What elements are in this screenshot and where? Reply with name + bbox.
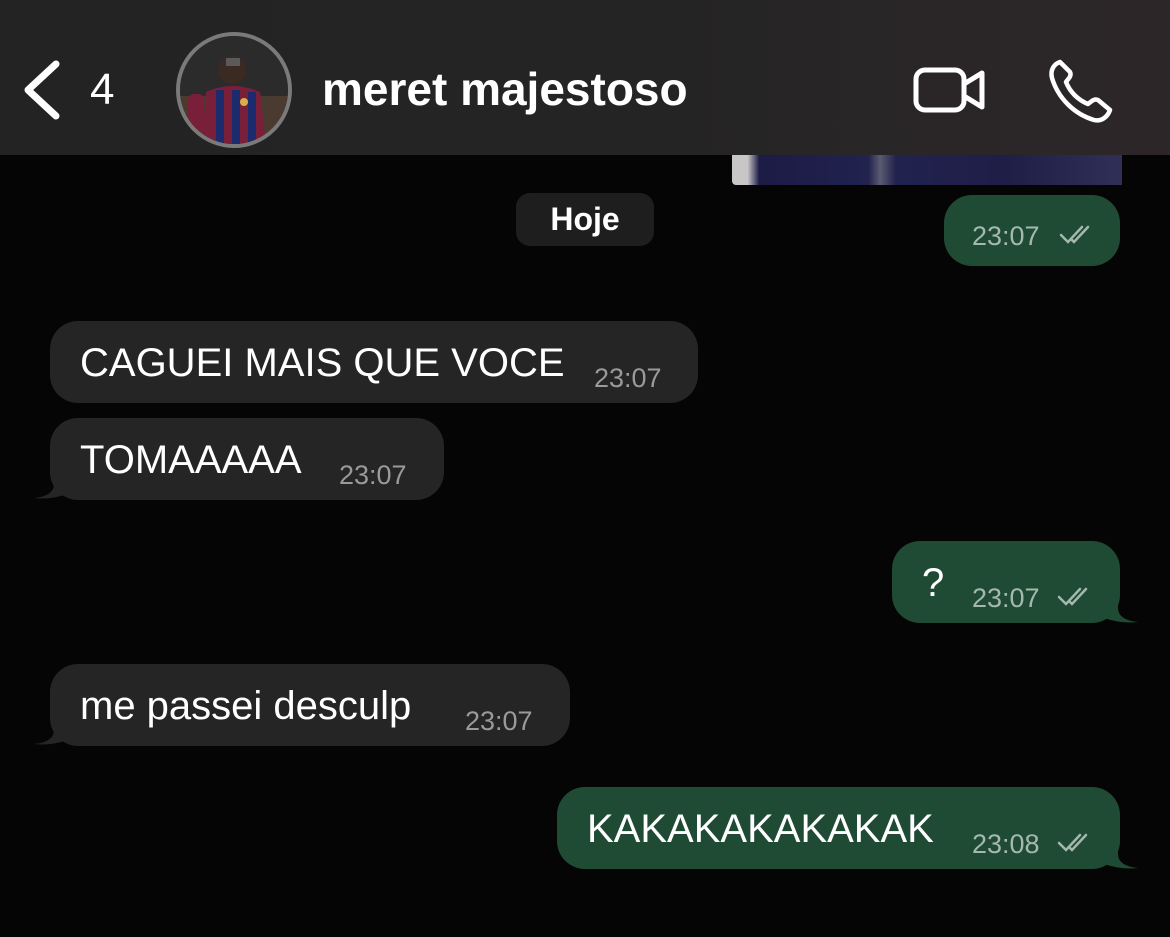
phone-icon[interactable] (1046, 58, 1114, 124)
message-bubble-outgoing[interactable]: 23:07 (944, 195, 1120, 266)
message-text: ? (922, 561, 945, 605)
message-time: 23:08 (972, 829, 1040, 859)
message-text: KAKAKAKAKAKAK (587, 807, 934, 851)
message-bubble-incoming[interactable]: me passei desculp 23:07 (50, 664, 570, 746)
message-text: TOMAAAAA (80, 438, 302, 482)
chat-header: 4 meret majestoso (0, 0, 1170, 155)
message-bubble-incoming[interactable]: CAGUEI MAIS QUE VOCE 23:07 (50, 321, 698, 403)
message-text: CAGUEI MAIS QUE VOCE (80, 341, 565, 385)
message-time: 23:07 (594, 363, 662, 393)
date-separator: Hoje (516, 193, 654, 246)
contact-name[interactable]: meret majestoso (322, 62, 688, 116)
message-time: 23:07 (465, 706, 533, 736)
video-camera-icon[interactable] (912, 64, 988, 116)
message-bubble-incoming[interactable]: TOMAAAAA 23:07 (50, 418, 444, 500)
unread-count: 4 (90, 65, 115, 114)
double-check-icon (1059, 225, 1090, 244)
message-time: 23:07 (339, 460, 407, 490)
message-time: 23:07 (972, 221, 1040, 251)
back-button[interactable]: 4 (20, 55, 140, 125)
message-text: me passei desculp (80, 684, 412, 728)
message-time: 23:07 (972, 583, 1040, 613)
double-check-icon (1057, 587, 1088, 606)
message-bubble-outgoing[interactable]: KAKAKAKAKAKAK 23:08 (557, 787, 1120, 869)
chevron-left-icon (24, 60, 60, 120)
sent-image-fragment[interactable] (732, 155, 1122, 185)
avatar[interactable] (176, 32, 292, 148)
double-check-icon (1057, 833, 1088, 852)
avatar-image (180, 36, 288, 144)
message-bubble-outgoing[interactable]: ? 23:07 (892, 541, 1120, 623)
